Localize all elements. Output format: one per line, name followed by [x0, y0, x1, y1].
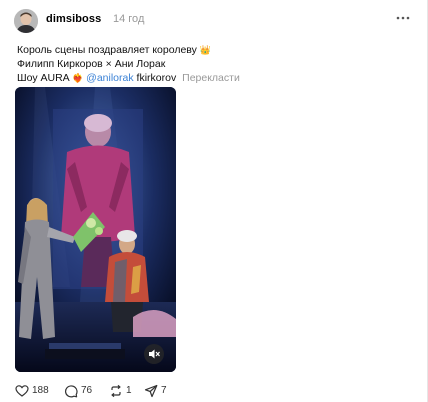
mute-button[interactable]	[144, 344, 164, 364]
avatar-image	[14, 9, 38, 33]
avatar[interactable]	[14, 9, 38, 33]
heart-icon	[15, 385, 29, 397]
username[interactable]: dimsiboss	[46, 13, 101, 25]
repost-count: 1	[126, 385, 132, 396]
mention-anilorak[interactable]: @anilorak	[86, 72, 133, 84]
share-count: 7	[161, 385, 167, 396]
caption-text-1: Король сцены поздравляет королеву	[17, 44, 197, 56]
caption-text-2: Филипп Киркоров × Ани Лорак	[17, 58, 166, 70]
thread-post: dimsiboss 14 год Король сцены поздравляе…	[0, 0, 428, 402]
stage-video-frame	[15, 87, 176, 372]
repost-icon	[111, 384, 121, 398]
translate-link[interactable]: Перекласти	[182, 72, 240, 84]
comment-icon	[65, 385, 78, 398]
caption-line-3: Шоу AURA ❤️‍🔥 @anilorak fkirkorov Перекл…	[17, 72, 240, 84]
heart-on-fire-icon: ❤️‍🔥	[72, 73, 84, 83]
share-icon	[144, 384, 158, 398]
crown-icon: 👑	[199, 45, 212, 55]
like-count: 188	[32, 385, 49, 396]
caption-line-2: Филипп Киркоров × Ани Лорак	[17, 58, 165, 70]
caption-line-1: Король сцены поздравляет королеву 👑	[17, 44, 211, 56]
muted-speaker-icon	[149, 349, 160, 359]
more-icon[interactable]	[396, 16, 410, 20]
mention-fkirkorov[interactable]: fkirkorov	[137, 72, 177, 84]
post-video[interactable]	[15, 87, 176, 372]
caption-text-3: Шоу AURA	[17, 72, 70, 84]
comment-count: 76	[81, 385, 93, 396]
post-time: 14 год	[113, 13, 145, 25]
